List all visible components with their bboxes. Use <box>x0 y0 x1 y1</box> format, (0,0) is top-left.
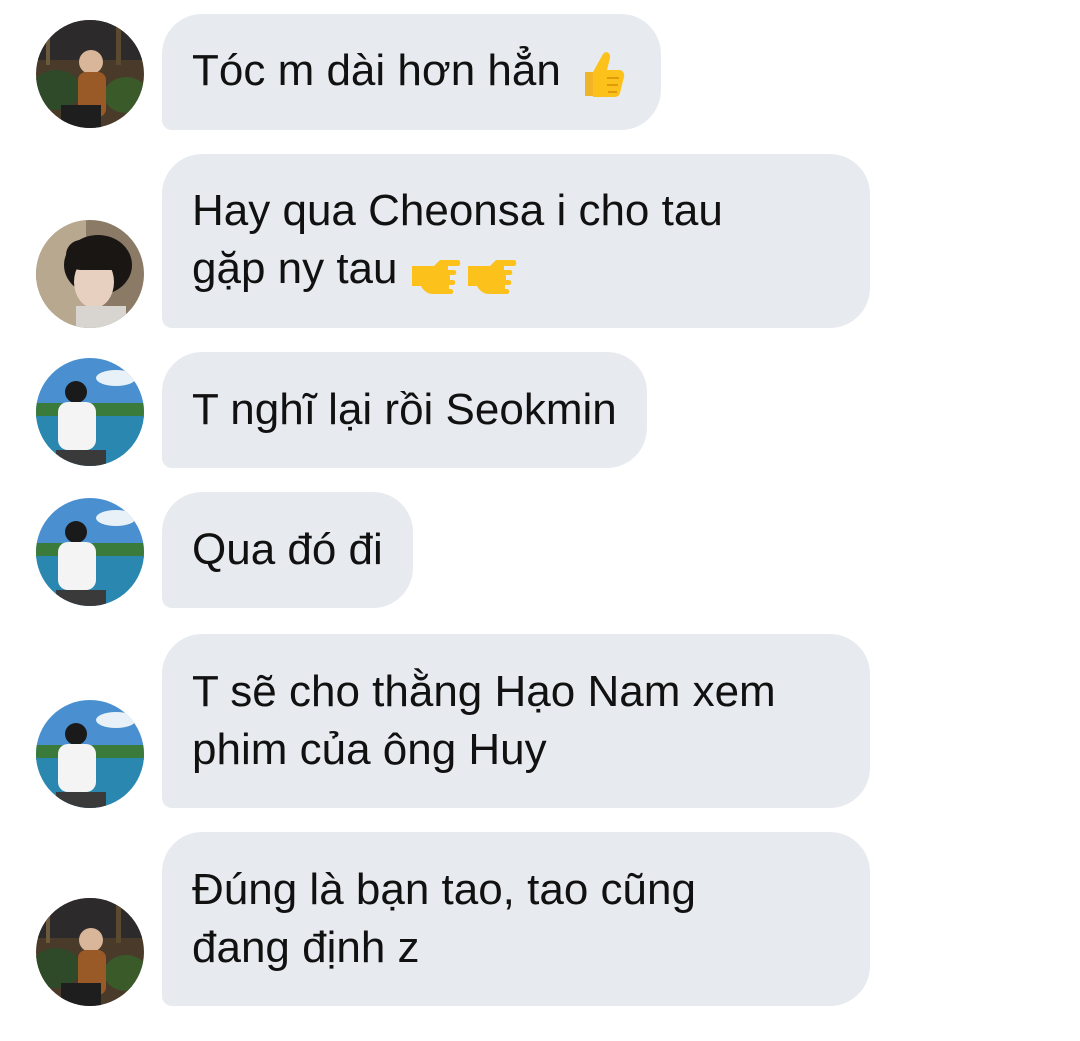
message-text: phim của ông Huy <box>192 725 547 774</box>
message-bubble[interactable]: T sẽ cho thằng Hạo Nam xem phim của ông … <box>162 634 870 808</box>
thumbs-up-icon <box>584 51 625 97</box>
avatar[interactable] <box>36 20 144 128</box>
avatar[interactable] <box>36 220 144 328</box>
chat-message-list: Tóc m dài hơn hẳn Hay qua Cheonsa i cho … <box>0 0 1080 1041</box>
message-text: Tóc m dài hơn hẳn <box>192 46 561 96</box>
message-bubble[interactable]: Tóc m dài hơn hẳn <box>162 14 661 130</box>
message-text: đang định z <box>192 923 420 972</box>
message-text: gặp ny tau <box>192 244 398 294</box>
message-bubble[interactable]: T nghĩ lại rồi Seokmin <box>162 352 647 468</box>
message-row: T nghĩ lại rồi Seokmin <box>36 352 647 468</box>
message-bubble[interactable]: Đúng là bạn tao, tao cũng đang định z <box>162 832 870 1006</box>
message-row: Hay qua Cheonsa i cho tau gặp ny tau <box>36 154 870 328</box>
message-text: T sẽ cho thằng Hạo Nam xem <box>192 667 776 716</box>
pointing-hands-icon <box>411 259 516 294</box>
message-text: Hay qua Cheonsa i cho tau <box>192 186 723 236</box>
message-row: Đúng là bạn tao, tao cũng đang định z <box>36 832 870 1006</box>
avatar[interactable] <box>36 358 144 466</box>
message-row: Qua đó đi <box>36 492 413 608</box>
avatar[interactable] <box>36 700 144 808</box>
message-row: T sẽ cho thằng Hạo Nam xem phim của ông … <box>36 634 870 808</box>
message-row: Tóc m dài hơn hẳn <box>36 14 661 130</box>
avatar[interactable] <box>36 498 144 606</box>
message-bubble[interactable]: Qua đó đi <box>162 492 413 608</box>
message-bubble[interactable]: Hay qua Cheonsa i cho tau gặp ny tau <box>162 154 870 328</box>
message-text: T nghĩ lại rồi Seokmin <box>192 385 617 434</box>
message-text: Đúng là bạn tao, tao cũng <box>192 865 696 914</box>
message-text: Qua đó đi <box>192 525 383 574</box>
avatar[interactable] <box>36 898 144 1006</box>
